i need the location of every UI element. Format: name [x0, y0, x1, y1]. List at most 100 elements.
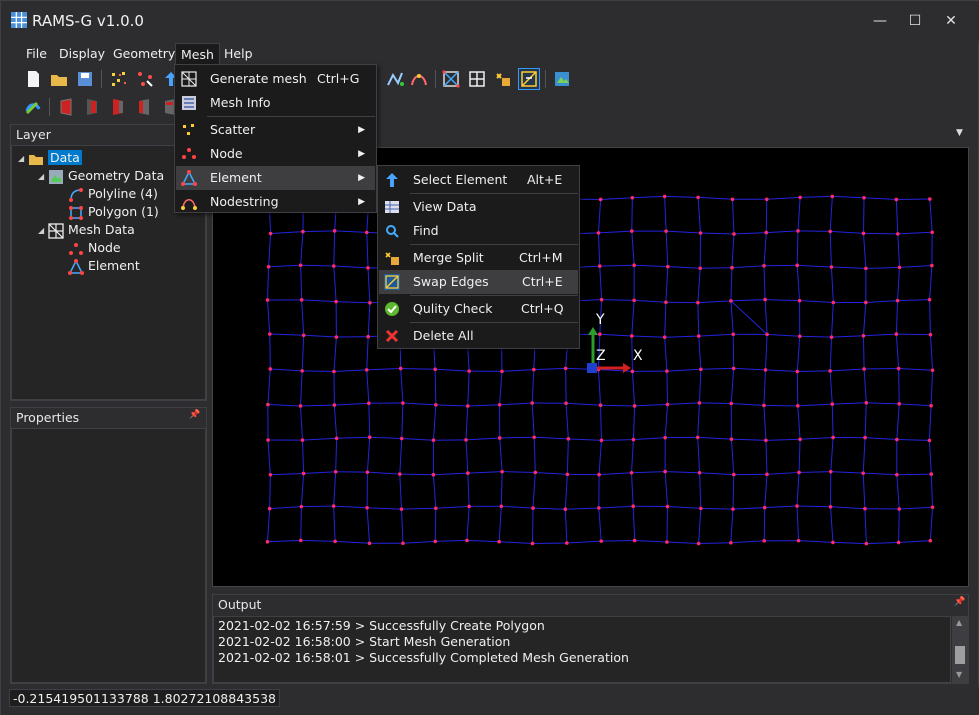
mesh-node[interactable]: [530, 541, 535, 546]
menu-help[interactable]: Help: [219, 43, 258, 65]
mesh-node[interactable]: [695, 435, 700, 440]
mesh-node[interactable]: [298, 538, 303, 543]
mesh-node[interactable]: [563, 507, 568, 511]
mesh-node[interactable]: [332, 369, 336, 374]
mesh-node[interactable]: [500, 469, 504, 474]
mesh-node[interactable]: [796, 229, 800, 233]
mesh-node[interactable]: [632, 538, 637, 543]
mesh-node[interactable]: [532, 435, 536, 440]
scroll-up-icon[interactable]: ▲: [956, 618, 962, 627]
mesh-node[interactable]: [500, 369, 504, 374]
mesh-node[interactable]: [499, 504, 504, 509]
mesh-node[interactable]: [465, 538, 469, 543]
mesh-node[interactable]: [663, 435, 667, 440]
expand-arrow-icon[interactable]: ◢: [38, 168, 48, 186]
mesh-node[interactable]: [333, 539, 337, 544]
map-view-tool-icon[interactable]: [552, 69, 572, 89]
mesh-node[interactable]: [398, 366, 403, 371]
mesh-node[interactable]: [731, 332, 736, 337]
mesh-node[interactable]: [597, 506, 601, 510]
mesh-node[interactable]: [599, 539, 604, 543]
mesh-node[interactable]: [797, 470, 801, 475]
mesh-node[interactable]: [696, 195, 700, 200]
mesh-node[interactable]: [564, 401, 568, 406]
tree-item-node[interactable]: Node: [68, 239, 121, 257]
mesh-node[interactable]: [764, 438, 768, 443]
mesh-node[interactable]: [699, 506, 703, 511]
mesh-node[interactable]: [365, 470, 370, 474]
mesh-node[interactable]: [864, 266, 868, 271]
menu-item-generate-mesh[interactable]: Generate mesh Ctrl+G: [176, 67, 375, 91]
new-file-icon[interactable]: [23, 69, 43, 89]
mesh-node[interactable]: [364, 368, 369, 372]
tree-item-data[interactable]: ◢ Data: [18, 149, 82, 167]
menu-file[interactable]: File: [21, 43, 52, 65]
mesh-node[interactable]: [265, 298, 270, 302]
pin-icon[interactable]: 📌: [954, 597, 965, 607]
view-back-icon[interactable]: [82, 97, 102, 117]
mesh-node[interactable]: [598, 403, 603, 407]
mesh-node[interactable]: [331, 264, 336, 268]
mesh-node[interactable]: [895, 298, 900, 303]
mesh-node[interactable]: [597, 264, 602, 268]
mesh-node[interactable]: [663, 469, 667, 474]
mesh-node[interactable]: [630, 195, 635, 200]
mesh-node[interactable]: [732, 472, 736, 477]
mesh-node[interactable]: [897, 265, 902, 270]
mesh-node[interactable]: [896, 232, 900, 236]
mesh-node[interactable]: [598, 197, 603, 202]
mesh-node[interactable]: [829, 265, 834, 269]
menu-item-quality-check[interactable]: Qulity Check Ctrl+Q: [379, 297, 578, 321]
mesh-node[interactable]: [631, 437, 636, 442]
mesh-node[interactable]: [399, 507, 404, 511]
mesh-node[interactable]: [331, 504, 336, 508]
mesh-node[interactable]: [796, 538, 801, 543]
mesh-node[interactable]: [401, 401, 405, 405]
mesh-node[interactable]: [367, 401, 371, 406]
mesh-node[interactable]: [795, 504, 799, 508]
menu-item-nodestring[interactable]: Nodestring ▶: [176, 190, 375, 214]
mesh-node[interactable]: [894, 332, 899, 336]
mesh-node[interactable]: [566, 437, 571, 441]
mesh-node[interactable]: [530, 401, 535, 405]
mesh-node[interactable]: [894, 197, 899, 202]
mesh-node[interactable]: [563, 366, 568, 371]
mesh-node[interactable]: [401, 541, 405, 546]
mesh-node[interactable]: [698, 231, 703, 235]
mesh-node[interactable]: [863, 435, 867, 440]
tree-item-element[interactable]: Element: [68, 257, 140, 275]
mesh-node[interactable]: [367, 541, 372, 546]
mesh-node[interactable]: [765, 472, 769, 477]
mesh-node[interactable]: [797, 298, 802, 303]
scrollbar-thumb[interactable]: [955, 646, 965, 664]
output-scrollbar[interactable]: ▲ ▼: [952, 616, 969, 683]
mesh-node[interactable]: [696, 334, 701, 338]
nodestring-tool-icon[interactable]: [409, 69, 429, 89]
merge-split-tool-icon[interactable]: [493, 69, 513, 89]
mesh-node[interactable]: [465, 404, 470, 408]
mesh-node[interactable]: [301, 229, 305, 234]
menu-item-node[interactable]: Node ▶: [176, 142, 375, 166]
mesh-node[interactable]: [828, 469, 833, 474]
mesh-node[interactable]: [665, 540, 669, 544]
mesh-node[interactable]: [897, 402, 902, 406]
tree-item-polygon[interactable]: Polygon (1): [68, 203, 159, 221]
mesh-node[interactable]: [731, 507, 735, 511]
mesh-node[interactable]: [762, 505, 767, 510]
mesh-node[interactable]: [697, 470, 702, 475]
mesh-node[interactable]: [861, 333, 866, 338]
mesh-node[interactable]: [665, 402, 670, 407]
mesh-node[interactable]: [764, 230, 769, 235]
mesh-node[interactable]: [928, 332, 933, 337]
mesh-node[interactable]: [267, 332, 272, 336]
mesh-node[interactable]: [267, 506, 272, 511]
menu-item-find[interactable]: Find: [379, 219, 578, 243]
mesh-node[interactable]: [565, 472, 570, 477]
view-left-icon[interactable]: [108, 97, 128, 117]
mesh-node[interactable]: [930, 230, 935, 235]
mesh-node[interactable]: [532, 367, 536, 372]
mesh-node[interactable]: [730, 265, 734, 270]
mesh-node[interactable]: [929, 403, 933, 408]
mesh-node[interactable]: [367, 435, 372, 440]
mesh-node[interactable]: [497, 436, 502, 440]
